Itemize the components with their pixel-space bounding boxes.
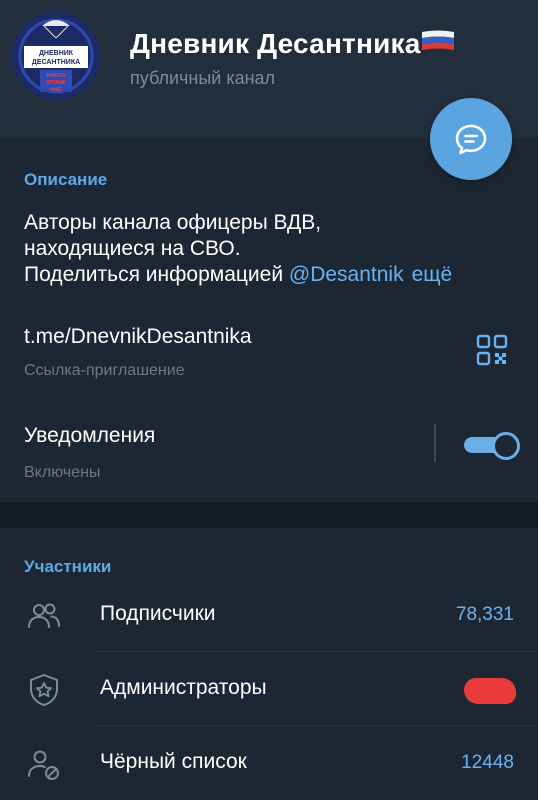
invite-link[interactable]: t.me/DnevnikDesantnika — [24, 325, 252, 349]
redacted-count — [464, 678, 516, 704]
invite-link-caption: Ссылка-приглашение — [24, 362, 185, 379]
notifications-toggle[interactable] — [462, 431, 520, 460]
section-gap — [0, 502, 538, 528]
more-link[interactable]: ещё — [412, 263, 453, 286]
admin-shield-icon — [30, 674, 58, 706]
subscribers-row[interactable]: Подписчики 78,331 — [0, 578, 538, 652]
description-line-1: Авторы канала офицеры ВДВ, — [24, 211, 322, 234]
description-line-3-text: Поделиться информацией — [24, 263, 289, 286]
blocked-user-icon — [28, 750, 59, 780]
logo-text-line-1: ДНЕВНИК — [39, 50, 74, 57]
toggle-knob — [492, 432, 520, 460]
description-line-3: Поделиться информацией @Desantnik ещё — [24, 262, 524, 288]
blacklist-count: 12448 — [461, 752, 514, 773]
administrators-label: Администраторы — [100, 676, 267, 699]
blacklist-row[interactable]: Чёрный список 12448 — [0, 726, 538, 800]
members-title: Участники — [24, 557, 112, 576]
description-title: Описание — [24, 170, 108, 189]
administrators-row[interactable]: Администраторы — [0, 652, 538, 726]
logo-text-line-3: НИКТО — [47, 73, 67, 79]
channel-avatar[interactable]: ДНЕВНИК ДЕСАНТНИКА НИКТО КРОМЕ НАС — [12, 12, 100, 100]
chat-bubble-icon — [455, 124, 487, 155]
description-line-2: находящиеся на СВО. — [24, 237, 241, 260]
notifications-status: Включены — [24, 464, 101, 481]
subscribers-icon — [28, 603, 60, 628]
divider — [434, 424, 436, 462]
blacklist-label: Чёрный список — [100, 750, 247, 773]
channel-title-text: Дневник Десантника — [130, 28, 421, 59]
discussion-button[interactable] — [430, 98, 512, 180]
russia-flag-icon — [422, 30, 455, 50]
subscribers-label: Подписчики — [100, 602, 216, 625]
logo-text-line-4: КРОМЕ — [46, 80, 66, 86]
description-mention[interactable]: @Desantnik — [289, 263, 404, 286]
notifications-label: Уведомления — [24, 424, 156, 447]
channel-title: Дневник Десантника — [130, 28, 455, 60]
logo-text-line-5: НАС — [50, 87, 62, 93]
channel-type: публичный канал — [130, 68, 276, 88]
subscribers-count: 78,331 — [455, 604, 514, 625]
qr-code-icon[interactable] — [476, 334, 508, 366]
channel-description: Авторы канала офицеры ВДВ, находящиеся н… — [24, 210, 524, 288]
channel-logo: ДНЕВНИК ДЕСАНТНИКА НИКТО КРОМЕ НАС — [12, 12, 100, 100]
logo-text-line-2: ДЕСАНТНИКА — [32, 59, 80, 66]
